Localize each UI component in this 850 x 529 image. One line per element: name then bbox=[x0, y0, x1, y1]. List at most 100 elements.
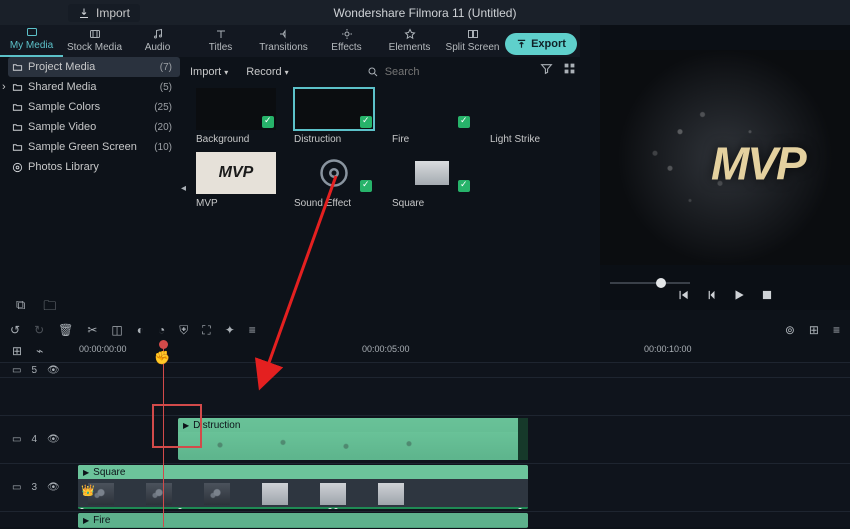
search-input[interactable] bbox=[385, 66, 495, 78]
media-clip-background[interactable]: Background bbox=[196, 88, 276, 145]
tab-titles[interactable]: Titles bbox=[189, 28, 252, 57]
track-visibility-icon[interactable]: 👁 bbox=[47, 365, 60, 376]
cut-icon[interactable]: ✂ bbox=[87, 323, 97, 337]
track-visibility-icon[interactable]: 👁 bbox=[47, 482, 60, 493]
clip-label: Fire bbox=[93, 515, 110, 526]
export-label: Export bbox=[531, 38, 566, 50]
keyframe-dot[interactable] bbox=[178, 508, 182, 509]
export-up-icon bbox=[516, 39, 527, 50]
new-bin-icon[interactable]: ⧉ bbox=[16, 297, 25, 319]
slider-knob[interactable] bbox=[656, 278, 666, 288]
folder-sample-colors[interactable]: Sample Colors (25) bbox=[8, 97, 180, 117]
keyframe-icon[interactable]: ✦ bbox=[225, 323, 235, 337]
mixer-icon[interactable]: ⊚ bbox=[785, 323, 795, 337]
clip-thumb bbox=[378, 483, 404, 505]
titlebar-import-button[interactable]: Import bbox=[68, 4, 140, 22]
redo-icon[interactable]: ↻ bbox=[34, 323, 44, 337]
tab-audio[interactable]: Audio bbox=[126, 28, 189, 57]
folder-shared-media[interactable]: › Shared Media (5) bbox=[8, 77, 180, 97]
clip-label: Distruction bbox=[294, 134, 374, 145]
speed-icon[interactable]: ◐ bbox=[137, 323, 144, 337]
folder-label: Sample Green Screen bbox=[28, 141, 137, 153]
clip-audio-bar[interactable] bbox=[78, 507, 528, 509]
export-button[interactable]: Export bbox=[505, 33, 577, 55]
keyframe-dot[interactable] bbox=[334, 508, 338, 509]
folder-count: (20) bbox=[154, 122, 172, 133]
grid-view-icon[interactable] bbox=[563, 62, 576, 80]
folder-project-media[interactable]: Project Media (7) bbox=[8, 57, 180, 77]
folder-sample-video[interactable]: Sample Video (20) bbox=[8, 117, 180, 137]
titlebar-import-label: Import bbox=[96, 6, 130, 20]
undo-icon[interactable]: ↺ bbox=[10, 323, 20, 337]
tab-elements[interactable]: Elements bbox=[378, 28, 441, 57]
timeline-clip-fire[interactable]: ▶Fire bbox=[78, 513, 528, 528]
filter-icon[interactable] bbox=[540, 62, 553, 80]
browser-import-dropdown[interactable]: Import ▾ bbox=[190, 66, 228, 78]
media-folders: Project Media (7) › Shared Media (5) Sam… bbox=[8, 57, 180, 177]
expand-icon[interactable]: ⛶ bbox=[202, 323, 210, 338]
tab-transitions[interactable]: Transitions bbox=[252, 28, 315, 57]
track-toggle-icon[interactable]: ▭ bbox=[12, 365, 21, 376]
search-icon bbox=[367, 66, 379, 78]
folder-sample-green-screen[interactable]: Sample Green Screen (10) bbox=[8, 137, 180, 157]
clip-label: Background bbox=[196, 134, 276, 145]
stop-button[interactable] bbox=[760, 288, 774, 302]
clip-thumb bbox=[204, 483, 230, 505]
tab-stock-media[interactable]: Stock Media bbox=[63, 28, 126, 57]
browser-record-dropdown[interactable]: Record ▾ bbox=[246, 66, 288, 78]
crop-icon[interactable]: ◫ bbox=[111, 323, 122, 337]
favorite-icon: 👑 bbox=[81, 484, 95, 497]
ruler-tc: 00:00:00:00 bbox=[79, 344, 127, 354]
marker-icon[interactable]: ⛨ bbox=[179, 323, 188, 338]
folder-photos-library[interactable]: Photos Library bbox=[8, 157, 180, 177]
tab-effects[interactable]: Effects bbox=[315, 28, 378, 57]
new-folder-icon[interactable]: 🗀 bbox=[43, 297, 56, 319]
media-clip-light-strike[interactable]: Light Strike bbox=[490, 88, 570, 145]
prev-frame-button[interactable] bbox=[676, 288, 690, 302]
settings-icon[interactable]: ⊞ bbox=[809, 323, 819, 337]
check-icon bbox=[458, 180, 470, 192]
clip-label: Square bbox=[392, 198, 472, 209]
track-toggle-icon[interactable]: ▭ bbox=[12, 482, 21, 493]
play-button[interactable] bbox=[732, 288, 746, 302]
more-icon[interactable]: ≡ bbox=[249, 323, 256, 337]
keyframe-dot[interactable] bbox=[518, 508, 522, 509]
media-clip-distruction[interactable]: Distruction bbox=[294, 88, 374, 145]
color-icon[interactable]: ◔ bbox=[158, 323, 165, 337]
step-back-button[interactable] bbox=[704, 288, 718, 302]
collapse-sidebar-icon[interactable]: ◂ bbox=[181, 183, 186, 194]
delete-icon[interactable]: 🗑 bbox=[58, 323, 73, 337]
playhead[interactable] bbox=[163, 342, 164, 527]
timeline-clip-square[interactable]: ▶Square 👑 bbox=[78, 465, 528, 509]
clip-label: Square bbox=[93, 467, 125, 478]
ruler-tc: 00:00:10:00 bbox=[644, 344, 692, 354]
track-number: 5 bbox=[31, 365, 37, 376]
preview-video[interactable]: MVP bbox=[600, 50, 850, 265]
media-clip-square[interactable]: Square bbox=[392, 152, 472, 209]
folder-label: Sample Colors bbox=[28, 101, 100, 113]
tab-label: Elements bbox=[389, 42, 431, 53]
folder-count: (25) bbox=[154, 102, 172, 113]
menu-icon[interactable]: ≡ bbox=[833, 323, 840, 337]
tab-label: Effects bbox=[331, 42, 361, 53]
check-icon bbox=[360, 116, 372, 128]
track-visibility-icon[interactable]: 👁 bbox=[47, 434, 60, 445]
timeline-ruler[interactable]: 00:00:00:00 00:00:05:00 00:00:10:00 bbox=[12, 344, 850, 358]
media-clip-mvp[interactable]: MVPMVP bbox=[196, 152, 276, 209]
folder-label: Shared Media bbox=[28, 81, 97, 93]
folder-icon bbox=[12, 122, 23, 133]
folder-label: Sample Video bbox=[28, 121, 96, 133]
folder-count: (10) bbox=[154, 142, 172, 153]
folder-count: (5) bbox=[160, 82, 172, 93]
clip-edge[interactable] bbox=[518, 418, 528, 460]
tab-my-media[interactable]: My Media bbox=[0, 26, 63, 57]
track-toggle-icon[interactable]: ▭ bbox=[12, 434, 21, 445]
timeline-clip-distruction[interactable]: ▶Distruction bbox=[178, 418, 528, 460]
keyframe-dot[interactable] bbox=[328, 508, 332, 509]
keyframe-dot[interactable] bbox=[80, 508, 84, 509]
media-clip-sound-effect[interactable]: Sound Effect bbox=[294, 152, 374, 209]
tab-split-screen[interactable]: Split Screen bbox=[441, 28, 504, 57]
browser-record-label: Record bbox=[246, 66, 281, 78]
preview-progress-slider[interactable] bbox=[610, 282, 690, 284]
media-clip-fire[interactable]: Fire bbox=[392, 88, 472, 145]
